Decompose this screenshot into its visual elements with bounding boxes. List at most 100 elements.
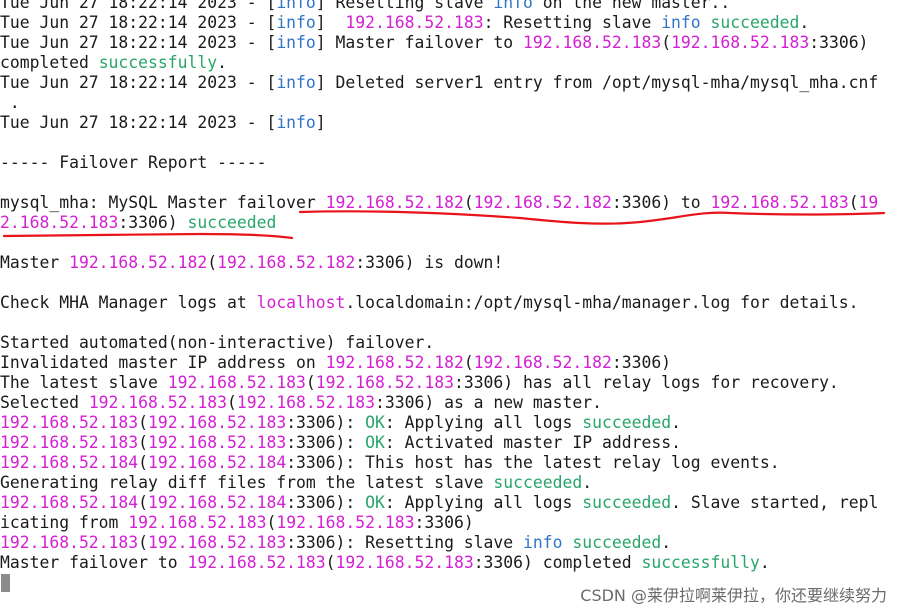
terminal-segment-plain	[563, 533, 573, 552]
terminal-segment-ip: 192.168.52.183	[167, 373, 306, 392]
terminal-segment-plain: (	[138, 433, 149, 452]
terminal-segment-plain: :3306): Resetting slave	[286, 533, 524, 552]
terminal-segment-ip: 192.168.52.183	[148, 433, 287, 452]
terminal-segment-plain: ] Resetting slave	[315, 0, 494, 12]
terminal-line: Master 192.168.52.182(192.168.52.182:330…	[0, 253, 901, 273]
terminal-segment-plain: completed	[0, 53, 99, 72]
terminal-segment-plain: icating from	[0, 513, 129, 532]
terminal-segment-ip: 192.168.52.182	[325, 193, 464, 212]
terminal-line: 192.168.52.184(192.168.52.184:3306): Thi…	[0, 453, 901, 473]
terminal-segment-ip: 192.168.52.183	[128, 513, 267, 532]
terminal-segment-ip: 192.168.52.183	[148, 413, 287, 432]
terminal-segment-ip: 192.168.52.183	[345, 13, 484, 32]
terminal-segment-plain: :3306)	[118, 213, 188, 232]
terminal-line: Selected 192.168.52.183(192.168.52.183:3…	[0, 393, 901, 413]
terminal-segment-plain: (	[138, 413, 149, 432]
terminal-line: The latest slave 192.168.52.183(192.168.…	[0, 373, 901, 393]
terminal-segment-plain: (	[325, 553, 336, 572]
terminal-segment-plain: (	[266, 513, 277, 532]
terminal-segment-plain: Tue Jun 27 18:22:14 2023 - [	[0, 33, 277, 52]
terminal-segment-ip: 192.168.52.183	[276, 513, 415, 532]
terminal-segment-plain: : Activated master IP address.	[384, 433, 681, 452]
terminal-segment-ok: succeeded	[582, 413, 672, 432]
terminal-segment-info: info	[523, 533, 563, 552]
terminal-segment-ip: 192.168.52.183	[88, 393, 227, 412]
terminal-line: Tue Jun 27 18:22:14 2023 - [info] Master…	[0, 33, 901, 53]
terminal-segment-plain: .	[0, 93, 20, 112]
terminal-segment-plain: : Applying all logs	[384, 413, 583, 432]
terminal-segment-plain: .	[217, 53, 227, 72]
terminal-segment-plain: (	[226, 393, 237, 412]
terminal-segment-plain: ] Deleted server1 entry from /opt/mysql-…	[315, 73, 879, 92]
terminal-segment-info: info	[276, 13, 316, 32]
terminal-segment-plain: :3306):	[286, 433, 366, 452]
terminal-segment-ok: succeeded	[582, 493, 672, 512]
terminal-segment-ip: 192.168.52.182	[325, 353, 464, 372]
terminal-segment-plain: Tue Jun 27 18:22:14 2023 - [	[0, 13, 277, 32]
terminal-segment-plain: (	[207, 253, 218, 272]
terminal-cursor	[1, 574, 10, 592]
terminal-segment-plain: :3306)	[809, 33, 869, 52]
terminal-segment-plain: Invalidated master IP address on	[0, 353, 326, 372]
terminal-line: Master failover to 192.168.52.183(192.16…	[0, 553, 901, 573]
terminal-line: ----- Failover Report -----	[0, 153, 901, 173]
terminal-segment-plain: (	[848, 193, 859, 212]
terminal-segment-plain: .	[661, 533, 672, 552]
terminal-segment-plain: :3306)	[611, 353, 672, 372]
terminal-line: 2.168.52.183:3306) succeeded	[0, 213, 901, 233]
terminal-segment-plain: :3306): This host has the latest relay l…	[286, 453, 780, 472]
terminal-segment-plain: (	[138, 533, 149, 552]
terminal-segment-plain: Tue Jun 27 18:22:14 2023 - [	[0, 73, 277, 92]
terminal-line: Tue Jun 27 18:22:14 2023 - [info]	[0, 113, 901, 133]
terminal-line: 192.168.52.183(192.168.52.183:3306): OK:…	[0, 413, 901, 433]
terminal-segment-plain: Check MHA Manager logs at	[0, 293, 257, 312]
terminal-segment-info: info	[493, 0, 533, 12]
terminal-segment-plain: Tue Jun 27 18:22:14 2023 - [	[0, 0, 277, 12]
terminal-segment-plain	[701, 13, 711, 32]
terminal-segment-ip: 192.168.52.183	[0, 433, 139, 452]
terminal-line: 192.168.52.183(192.168.52.183:3306): OK:…	[0, 433, 901, 453]
terminal-segment-ok: OK	[365, 413, 385, 432]
terminal-segment-plain: (	[138, 453, 149, 472]
terminal-line: Invalidated master IP address on 192.168…	[0, 353, 901, 373]
terminal-line: 192.168.52.184(192.168.52.184:3306): OK:…	[0, 493, 901, 513]
terminal-segment-plain: Tue Jun 27 18:22:14 2023 - [	[0, 113, 277, 132]
terminal-segment-plain: Generating relay diff files from the lat…	[0, 473, 494, 492]
terminal-segment-ok: succeeded	[572, 533, 662, 552]
terminal-segment-ip: 192.168.52.182	[217, 253, 356, 272]
terminal-segment-ip: 192.168.52.182	[473, 193, 612, 212]
terminal-segment-ok: successfully	[641, 553, 760, 572]
terminal-line: Check MHA Manager logs at localhost.loca…	[0, 293, 901, 313]
terminal-segment-ok: succeeded	[493, 473, 583, 492]
terminal-segment-ip: 192.168.52.183	[335, 553, 474, 572]
terminal-segment-plain: :3306):	[286, 493, 366, 512]
terminal-segment-ip: 192.168.52.184	[148, 493, 287, 512]
terminal-segment-plain: ----- Failover Report -----	[0, 153, 267, 172]
terminal-segment-plain: Master	[0, 253, 70, 272]
csdn-watermark: CSDN @莱伊拉啊莱伊拉，你还要继续努力	[580, 586, 887, 605]
terminal-segment-info: info	[276, 73, 316, 92]
terminal-segment-ip: 192.168.52.183	[671, 33, 810, 52]
terminal-segment-ip: 192.168.52.183	[236, 393, 375, 412]
terminal-segment-ip: 192.168.52.184	[0, 493, 139, 512]
terminal-line: Generating relay diff files from the lat…	[0, 473, 901, 493]
terminal-segment-ok: OK	[365, 493, 385, 512]
terminal-segment-plain: The latest slave	[0, 373, 168, 392]
terminal-line: 192.168.52.183(192.168.52.183:3306): Res…	[0, 533, 901, 553]
terminal-line: Tue Jun 27 18:22:14 2023 - [info] 192.16…	[0, 13, 901, 33]
terminal-segment-ip: 192.168.52.184	[148, 453, 287, 472]
terminal-segment-ip: 2.168.52.183	[0, 213, 119, 232]
terminal-segment-plain: : Applying all logs	[384, 493, 583, 512]
terminal-output[interactable]: Tue Jun 27 18:22:14 2023 - [info] Resett…	[0, 0, 901, 613]
terminal-segment-plain: Started automated(non-interactive) failo…	[0, 333, 435, 352]
terminal-segment-ip: 192.168.52.183	[315, 373, 454, 392]
terminal-segment-plain: (	[463, 193, 474, 212]
terminal-segment-plain: (	[305, 373, 316, 392]
terminal-segment-plain: :3306) as a new master.	[375, 393, 602, 412]
terminal-line: completed successfully.	[0, 53, 901, 73]
